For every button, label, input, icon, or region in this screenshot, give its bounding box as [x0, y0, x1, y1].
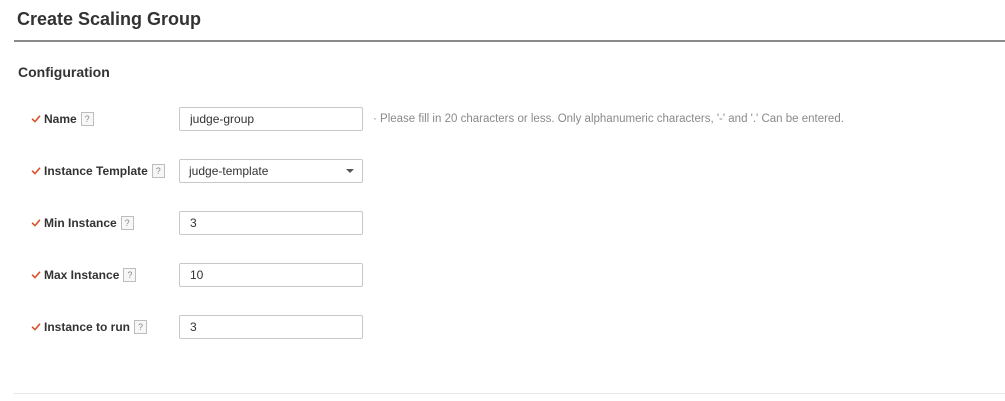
instance-to-run-label: Instance to run ? [31, 318, 148, 336]
create-scaling-group-page: Create Scaling Group Configuration Name … [0, 0, 1005, 401]
min-instance-label: Min Instance ? [31, 214, 134, 232]
instance-to-run-input[interactable] [179, 315, 363, 339]
page-title: Create Scaling Group [17, 9, 202, 29]
instance-template-select[interactable]: judge-template [179, 159, 363, 183]
name-label-text: Name [44, 112, 77, 126]
bottom-divider [14, 393, 1005, 394]
max-instance-label-text: Max Instance [44, 268, 120, 282]
question-icon[interactable]: ? [151, 164, 165, 178]
max-instance-input[interactable] [179, 263, 363, 287]
form-row-max-instance: Max Instance ? [0, 263, 1005, 289]
check-icon [31, 322, 41, 332]
form-row-instance-template: Instance Template ? judge-template [0, 159, 1005, 185]
check-icon [31, 218, 41, 228]
question-icon[interactable]: ? [120, 216, 134, 230]
min-instance-label-text: Min Instance [44, 216, 117, 230]
chevron-down-icon [346, 169, 354, 173]
max-instance-label: Max Instance ? [31, 266, 137, 284]
name-label: Name ? [31, 110, 94, 128]
question-icon[interactable]: ? [80, 112, 94, 126]
instance-template-label: Instance Template ? [31, 162, 165, 180]
form-row-instance-to-run: Instance to run ? [0, 315, 1005, 341]
check-icon [31, 114, 41, 124]
title-divider [14, 40, 1005, 42]
form-row-min-instance: Min Instance ? [0, 211, 1005, 237]
question-icon[interactable]: ? [134, 320, 148, 334]
check-icon [31, 270, 41, 280]
min-instance-input[interactable] [179, 211, 363, 235]
form-row-name: Name ? · Please fill in 20 characters or… [0, 107, 1005, 133]
name-input[interactable] [179, 107, 363, 131]
instance-template-label-text: Instance Template [44, 164, 148, 178]
instance-to-run-label-text: Instance to run [44, 320, 131, 334]
name-hint: · Please fill in 20 characters or less. … [373, 113, 844, 125]
question-icon[interactable]: ? [123, 268, 137, 282]
check-icon [31, 166, 41, 176]
section-title: Configuration [18, 64, 110, 80]
instance-template-selected-value: judge-template [189, 164, 269, 178]
